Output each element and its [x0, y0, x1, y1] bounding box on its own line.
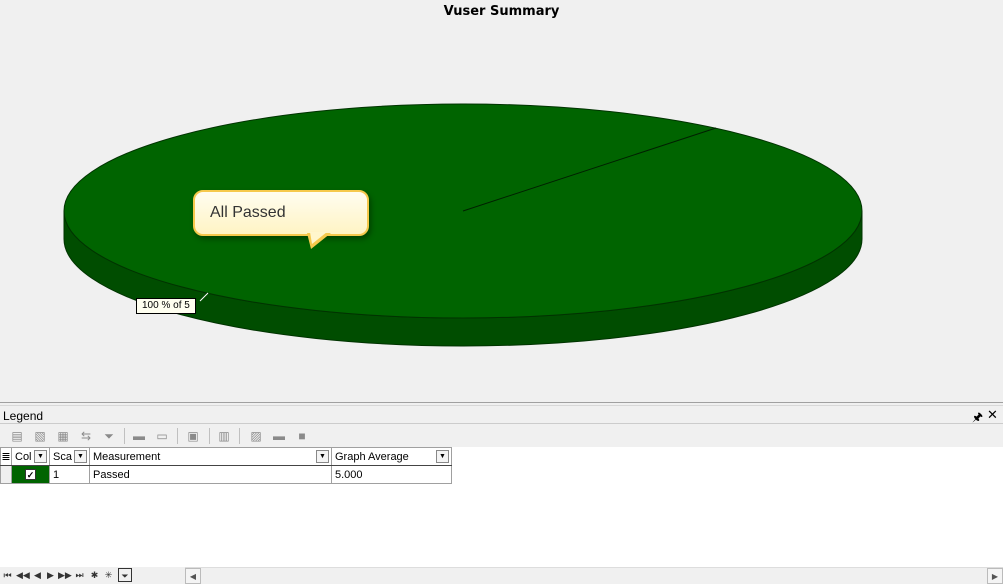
last-page-icon[interactable]: ⏭ — [74, 568, 85, 582]
legend-toolbar: ▤ ▧ ▦ ⇆ ⏷ ▬ ▭ ▣ ▥ ▨ ▬ ■ — [0, 425, 1003, 447]
scroll-right-icon[interactable]: ▶ — [987, 568, 1003, 584]
prev-page-icon[interactable]: ◀◀ — [16, 568, 30, 582]
table-row[interactable]: ✓ 1 Passed 5.000 — [0, 465, 452, 484]
horizontal-scrollbar[interactable]: ◀ ▶ — [185, 567, 1003, 584]
toolbar-separator — [177, 428, 178, 444]
filter-icon[interactable]: ⏷ — [118, 568, 132, 582]
filter-icon[interactable]: ⏷ — [101, 429, 117, 443]
visibility-checkbox[interactable]: ✓ — [25, 468, 36, 480]
group-icon[interactable]: ■ — [294, 429, 310, 443]
toolbar-separator — [209, 428, 210, 444]
next-record-icon[interactable]: ▶ — [45, 568, 56, 582]
legend-header: Legend 🖈 ✕ — [0, 407, 1003, 424]
chevron-down-icon[interactable]: ▼ — [436, 450, 449, 463]
column-label: Sca — [53, 450, 72, 463]
color-cell[interactable]: ✓ — [11, 465, 50, 484]
legend-title: Legend — [3, 409, 44, 423]
column-header-measurement[interactable]: Measurement ▼ — [89, 447, 332, 466]
scroll-left-icon[interactable]: ◀ — [185, 568, 201, 584]
slice-callout: All Passed — [193, 190, 369, 236]
column-header-color[interactable]: Col ▼ — [11, 447, 50, 466]
column-header-graph-average[interactable]: Graph Average ▼ — [331, 447, 452, 466]
legend-table: ≣ Col ▼ Sca ▼ Measurement ▼ Graph Averag… — [0, 447, 452, 484]
first-page-icon[interactable]: ⏮ — [2, 568, 13, 582]
chevron-down-icon[interactable]: ▼ — [34, 450, 47, 463]
next-page-icon[interactable]: ▶▶ — [58, 568, 72, 582]
prev-record-icon[interactable]: ◀ — [32, 568, 43, 582]
legend-body: ≣ Col ▼ Sca ▼ Measurement ▼ Graph Averag… — [0, 447, 1003, 567]
row-selector-header[interactable]: ≣ — [0, 447, 12, 466]
column-label: Measurement — [93, 450, 161, 463]
row-selector[interactable] — [0, 465, 12, 484]
show-only-selected-icon[interactable]: ▦ — [55, 429, 71, 443]
column-header-scale[interactable]: Sca ▼ — [49, 447, 90, 466]
measurement-description-icon[interactable]: ▭ — [154, 429, 170, 443]
pie-chart — [63, 103, 863, 347]
configure-measurement-icon[interactable]: ▬ — [131, 429, 147, 443]
splitter[interactable] — [0, 402, 1003, 406]
show-selected-icon[interactable]: ▤ — [9, 429, 25, 443]
show-all-icon[interactable]: ⇆ — [78, 429, 94, 443]
hide-selected-icon[interactable]: ▧ — [32, 429, 48, 443]
web-page-diagnostics-icon[interactable]: ▨ — [248, 429, 264, 443]
toolbar-separator — [239, 428, 240, 444]
scale-cell: 1 — [49, 465, 90, 484]
close-icon[interactable]: ✕ — [987, 407, 998, 423]
graph-average-cell: 5.000 — [331, 465, 452, 484]
chevron-down-icon[interactable]: ▼ — [316, 450, 329, 463]
columns-icon[interactable]: ▥ — [216, 429, 232, 443]
break-down-icon[interactable]: ▬ — [271, 429, 287, 443]
chevron-down-icon[interactable]: ▼ — [74, 450, 87, 463]
column-label: Col — [15, 450, 32, 463]
animate-icon[interactable]: ▣ — [185, 429, 201, 443]
callout-tail-inner — [310, 232, 327, 244]
toolbar-separator — [124, 428, 125, 444]
chart-area: Vuser Summary All Passed 100 % of 5 — [0, 0, 1003, 402]
clear-icon[interactable]: ✳ — [103, 568, 114, 582]
new-record-icon[interactable]: ✱ — [89, 568, 100, 582]
navigation-bar: ⏮ ◀◀ ◀ ▶ ▶▶ ⏭ ✱ ✳ ⏷ ◀ ▶ — [0, 567, 1003, 584]
legend-header-row: ≣ Col ▼ Sca ▼ Measurement ▼ Graph Averag… — [0, 447, 452, 466]
slice-percent-label: 100 % of 5 — [136, 298, 196, 314]
column-label: Graph Average — [335, 450, 409, 463]
measurement-cell: Passed — [89, 465, 332, 484]
